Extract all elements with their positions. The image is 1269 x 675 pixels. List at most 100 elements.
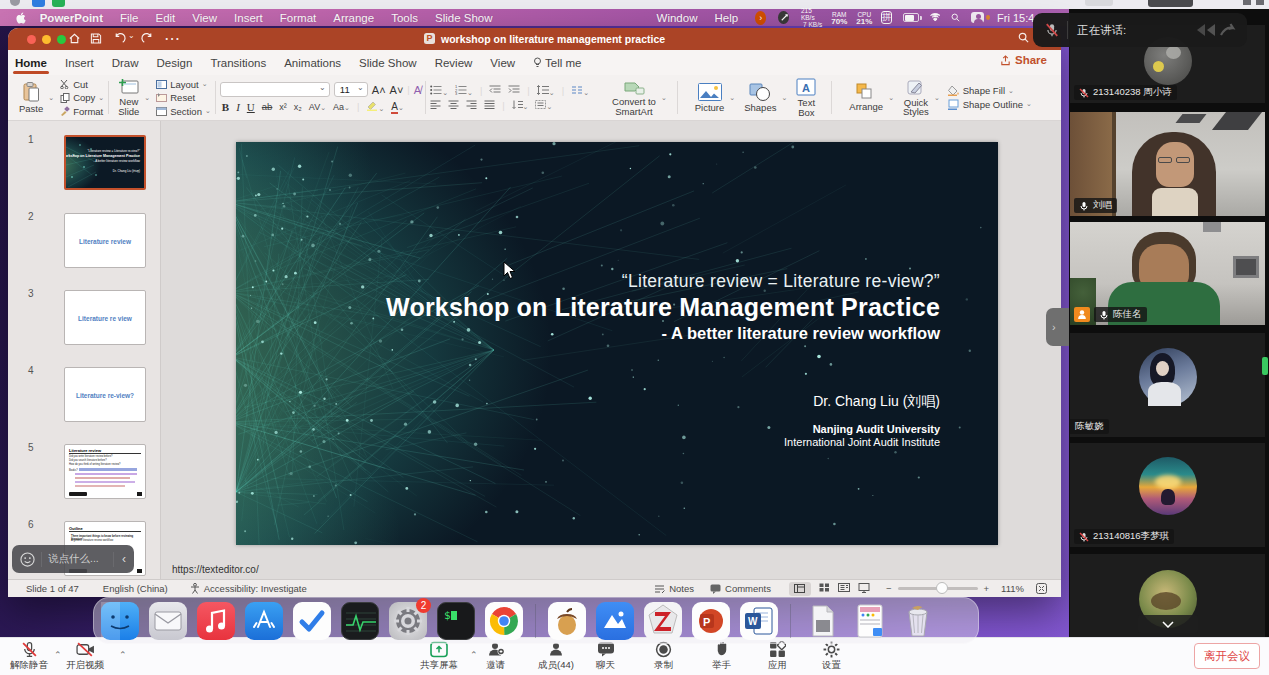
menulet-dark-icon[interactable] — [778, 11, 789, 24]
menulet-orange-icon[interactable]: › — [755, 11, 766, 25]
participant-tile-4[interactable]: 陈敏娆 — [1070, 333, 1265, 437]
chat-input-placeholder[interactable]: 说点什么... — [48, 552, 107, 566]
subscript-button[interactable]: x₂ — [294, 102, 302, 112]
dock-appstore-icon[interactable] — [245, 602, 283, 640]
normal-view-button[interactable] — [789, 582, 811, 596]
menu-file[interactable]: File — [120, 12, 139, 24]
dock-mail-icon[interactable] — [149, 602, 187, 640]
underline-button[interactable]: U — [247, 101, 255, 113]
meeting-logo-icon[interactable] — [1195, 22, 1237, 38]
home-icon[interactable] — [68, 32, 81, 45]
participant-tile-5[interactable]: 213140816李梦琪 — [1070, 443, 1265, 547]
emoji-icon[interactable] — [20, 552, 35, 567]
slide-sorter-view-button[interactable] — [819, 583, 830, 594]
thumbnail-slide-1[interactable]: “Literature review = Literature re-view?… — [64, 135, 146, 190]
close-button[interactable] — [27, 35, 36, 44]
dock-settings-icon[interactable]: 2 — [389, 602, 427, 640]
minimize-button[interactable] — [42, 35, 51, 44]
font-size-select[interactable]: 11 — [334, 82, 368, 97]
text-direction-button[interactable]: ⌄ — [512, 100, 529, 111]
participant-tile-6[interactable] — [1070, 554, 1265, 637]
layout-button[interactable]: Layout⌄ — [156, 79, 211, 90]
justify-button[interactable] — [484, 100, 495, 111]
members-control[interactable]: 成员(44) — [538, 641, 574, 672]
zoom-in-button[interactable]: + — [984, 583, 990, 594]
line-spacing-button[interactable]: ⌄ — [537, 85, 555, 97]
columns-button[interactable]: ⌄ — [571, 85, 589, 97]
unmute-control[interactable]: 解除静音 — [10, 641, 48, 672]
reading-view-button[interactable] — [838, 583, 850, 594]
dock-word-icon[interactable]: W — [740, 602, 778, 640]
numbering-button[interactable]: 123⌄ — [455, 85, 473, 97]
fit-slide-button[interactable] — [1036, 583, 1047, 594]
dock-acorn-icon[interactable] — [548, 602, 586, 640]
dock-terminal-icon[interactable]: $ — [437, 602, 475, 640]
cut-button[interactable]: Cut — [60, 79, 104, 90]
save-icon[interactable] — [90, 32, 102, 45]
tab-review[interactable]: Review — [435, 57, 473, 69]
zoom-out-button[interactable]: − — [886, 583, 892, 594]
convert-smartart-button[interactable]: Convert to SmartArt — [607, 77, 661, 118]
slide-counter[interactable]: Slide 1 of 47 — [26, 583, 79, 594]
undo-dropdown-chevron[interactable]: ⌄ — [128, 31, 135, 40]
participant-tile-2[interactable]: 刘唱 — [1070, 112, 1265, 216]
undo-icon[interactable] — [113, 32, 126, 45]
tab-view[interactable]: View — [490, 57, 515, 69]
menulet-network[interactable]: 215 KB/s7 KB/s — [801, 7, 822, 28]
superscript-button[interactable]: x² — [279, 102, 287, 112]
tab-insert[interactable]: Insert — [65, 57, 94, 69]
dock-documents-stack[interactable] — [803, 602, 841, 640]
share-options-chevron[interactable]: ⌃ — [470, 650, 478, 660]
dock-powerpoint-icon[interactable]: P — [692, 602, 730, 640]
quick-styles-button[interactable]: Quick Styles — [898, 77, 934, 119]
dock-trash-icon[interactable] — [899, 602, 937, 640]
dock-zotero-icon[interactable] — [644, 602, 682, 640]
font-color-button[interactable]: A⌄ — [391, 101, 404, 112]
user-menu-icon[interactable] — [971, 12, 984, 23]
dock-chrome-icon[interactable] — [485, 602, 523, 640]
chat-collapse-chevron[interactable]: ‹ — [122, 552, 126, 566]
tab-home[interactable]: Home — [15, 57, 47, 69]
chat-quick-bubble[interactable]: 说点什么... ‹ — [12, 545, 134, 573]
textbox-button[interactable]: A Text Box — [791, 76, 821, 119]
video-control[interactable]: 开启视频 — [66, 641, 104, 672]
align-center-button[interactable] — [448, 100, 459, 111]
redo-icon[interactable] — [141, 32, 154, 45]
menu-insert[interactable]: Insert — [234, 12, 263, 24]
shape-fill-button[interactable]: Shape Fill⌄ — [948, 85, 1032, 96]
apps-control[interactable]: 应用 — [768, 641, 787, 672]
tab-transitions[interactable]: Transitions — [210, 57, 266, 69]
titlebar-search-icon[interactable] — [1018, 32, 1029, 43]
unmute-options-chevron[interactable]: ⌃ — [54, 650, 62, 660]
zoom-button[interactable] — [57, 35, 66, 44]
menu-edit[interactable]: Edit — [156, 12, 176, 24]
italic-button[interactable]: I — [236, 101, 240, 113]
section-button[interactable]: Section⌄ — [156, 106, 211, 117]
dock-music-icon[interactable] — [197, 602, 235, 640]
char-spacing-button[interactable]: A︎V⌄ — [309, 102, 326, 112]
dock-activity-monitor-icon[interactable] — [341, 602, 379, 640]
thumbnail-slide-5[interactable]: Literature review Did you write literatu… — [64, 444, 146, 499]
menulet-ram[interactable]: RAM70% — [831, 11, 847, 25]
tab-draw[interactable]: Draw — [112, 57, 139, 69]
outdent-button[interactable] — [489, 85, 501, 97]
dock-things-icon[interactable] — [293, 602, 331, 640]
arrange-button[interactable]: Arrange — [844, 81, 888, 114]
menu-arrange[interactable]: Arrange — [333, 12, 374, 24]
sidebar-collapse-handle[interactable]: › — [1046, 308, 1069, 346]
shapes-button[interactable]: Shapes — [739, 81, 781, 115]
dock-finder-icon[interactable] — [101, 602, 139, 640]
new-slide-button[interactable]: New Slide — [113, 77, 144, 118]
comments-button[interactable]: Comments — [725, 583, 771, 594]
scroll-more-participants-button[interactable] — [1138, 615, 1198, 633]
menubar-clock[interactable]: Fri 15:4 — [997, 12, 1035, 24]
leave-meeting-button[interactable]: 离开会议 — [1194, 643, 1260, 669]
zoom-level[interactable]: 111% — [1001, 583, 1024, 594]
change-case-button[interactable]: Aa⌄ — [333, 102, 350, 112]
menu-tools[interactable]: Tools — [391, 12, 418, 24]
clear-format-button[interactable]: A̸ — [414, 84, 421, 96]
copy-button[interactable]: Copy⌄ — [60, 92, 104, 103]
current-slide-canvas[interactable]: “Literature review = Literature re-view?… — [236, 142, 998, 545]
menu-window[interactable]: Window — [657, 12, 698, 24]
align-text-button[interactable]: ⌄ — [535, 100, 552, 111]
